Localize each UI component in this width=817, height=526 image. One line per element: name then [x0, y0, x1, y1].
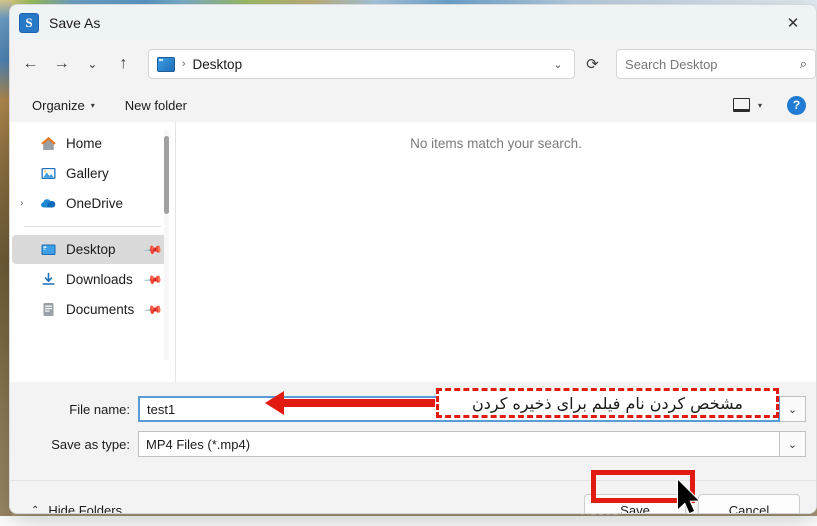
- save-as-type-row: Save as type: MP4 Files (*.mp4) ⌄: [10, 431, 816, 457]
- sidebar-scrollbar[interactable]: [164, 130, 169, 360]
- view-chevron-down-icon: ▾: [757, 100, 762, 110]
- onedrive-cloud-icon: [40, 195, 57, 212]
- sidebar-item-label: Downloads: [66, 272, 133, 287]
- pin-icon[interactable]: 📌: [143, 269, 163, 289]
- navigation-bar: ← → ⌄ ↑ › Desktop ⌄ ⟳ Search Desktop ⌕: [10, 40, 816, 88]
- cancel-button[interactable]: Cancel: [698, 494, 800, 513]
- home-icon: [40, 135, 57, 152]
- sidebar-item-onedrive[interactable]: › OneDrive: [12, 189, 167, 218]
- annotation-arrow: [265, 391, 435, 415]
- file-name-label: File name:: [69, 401, 130, 417]
- save-as-dialog: S Save As ✕ ← → ⌄ ↑ › Desktop ⌄ ⟳ Search…: [9, 4, 817, 514]
- annotation-callout-box: مشخص کردن نام فیلم برای ذخیره کردن: [436, 388, 779, 418]
- save-as-type-select[interactable]: MP4 Files (*.mp4): [138, 431, 780, 457]
- close-icon[interactable]: ✕: [770, 5, 816, 40]
- mouse-cursor: [676, 479, 700, 515]
- sidebar-item-documents[interactable]: Documents 📌: [12, 295, 167, 324]
- address-bar[interactable]: › Desktop ⌄: [147, 49, 575, 79]
- breadcrumb-current-folder[interactable]: Desktop: [193, 57, 546, 72]
- sidebar-item-label: OneDrive: [66, 196, 124, 211]
- new-folder-button[interactable]: New folder: [117, 93, 195, 118]
- expand-chevron-right-icon[interactable]: ›: [20, 198, 23, 209]
- organize-button[interactable]: Organize ▾: [24, 93, 103, 118]
- save-button[interactable]: Save: [584, 494, 686, 513]
- snagit-app-icon: S: [19, 12, 39, 33]
- command-bar: Organize ▾ New folder ▾ ?: [10, 88, 816, 122]
- chevron-down-icon: ▾: [90, 100, 95, 110]
- sidebar-item-home[interactable]: Home: [12, 129, 167, 158]
- sidebar-item-label: Home: [66, 136, 103, 151]
- chevron-up-icon: ⌃: [31, 504, 40, 514]
- sidebar-item-downloads[interactable]: Downloads 📌: [12, 265, 167, 294]
- up-icon[interactable]: ↑: [109, 48, 138, 80]
- sidebar-scrollbar-thumb[interactable]: [164, 136, 169, 214]
- file-name-chevron-down-icon[interactable]: ⌄: [780, 396, 806, 422]
- address-chevron-down-icon[interactable]: ⌄: [546, 58, 570, 71]
- forward-icon[interactable]: →: [47, 48, 76, 80]
- desktop-icon: [40, 241, 57, 258]
- search-box[interactable]: Search Desktop ⌕: [616, 49, 816, 79]
- view-layout-icon: [732, 98, 750, 112]
- annotation-callout-text: مشخص کردن نام فیلم برای ذخیره کردن: [472, 393, 743, 413]
- help-icon[interactable]: ?: [787, 95, 806, 115]
- file-list-pane[interactable]: No items match your search.: [175, 122, 816, 382]
- dialog-body: Home Gallery › OneDrive Desktop 📌 Downlo…: [10, 122, 816, 382]
- sidebar-divider: [24, 226, 161, 227]
- navigation-pane: Home Gallery › OneDrive Desktop 📌 Downlo…: [10, 122, 175, 382]
- back-icon[interactable]: ←: [16, 48, 45, 80]
- sidebar-item-label: Gallery: [66, 166, 109, 181]
- gallery-icon: [40, 165, 57, 182]
- documents-icon: [40, 301, 57, 318]
- recent-locations-chevron-down-icon[interactable]: ⌄: [78, 48, 107, 80]
- title-bar: S Save As ✕: [10, 5, 816, 40]
- search-icon: ⌕: [799, 56, 807, 71]
- search-input[interactable]: Search Desktop: [625, 57, 800, 72]
- hide-folders-button[interactable]: ⌃ Hide Folders: [24, 498, 129, 514]
- save-as-type-label: Save as type:: [51, 436, 130, 452]
- new-folder-label: New folder: [124, 97, 187, 113]
- save-as-type-chevron-down-icon[interactable]: ⌄: [780, 431, 806, 457]
- pin-icon[interactable]: 📌: [143, 239, 163, 259]
- desktop-folder-icon: [156, 56, 175, 72]
- sidebar-item-desktop[interactable]: Desktop 📌: [12, 235, 167, 264]
- pin-icon[interactable]: 📌: [143, 299, 163, 319]
- change-view-button[interactable]: ▾: [726, 93, 769, 117]
- window-title: Save As: [49, 14, 101, 31]
- breadcrumb-separator: ›: [181, 58, 186, 70]
- refresh-icon[interactable]: ⟳: [579, 49, 606, 79]
- sidebar-item-gallery[interactable]: Gallery: [12, 159, 167, 188]
- command-bar-right: ▾ ?: [726, 88, 806, 122]
- sidebar-item-label: Desktop: [66, 242, 116, 257]
- hide-folders-label: Hide Folders: [48, 502, 123, 514]
- organize-label: Organize: [32, 97, 85, 113]
- sidebar-item-label: Documents: [66, 302, 135, 317]
- downloads-icon: [40, 271, 57, 288]
- empty-state-message: No items match your search.: [410, 136, 582, 151]
- screen: Videos S Save As ✕ ← → ⌄ ↑ › Desktop ⌄ ⟳…: [0, 0, 817, 526]
